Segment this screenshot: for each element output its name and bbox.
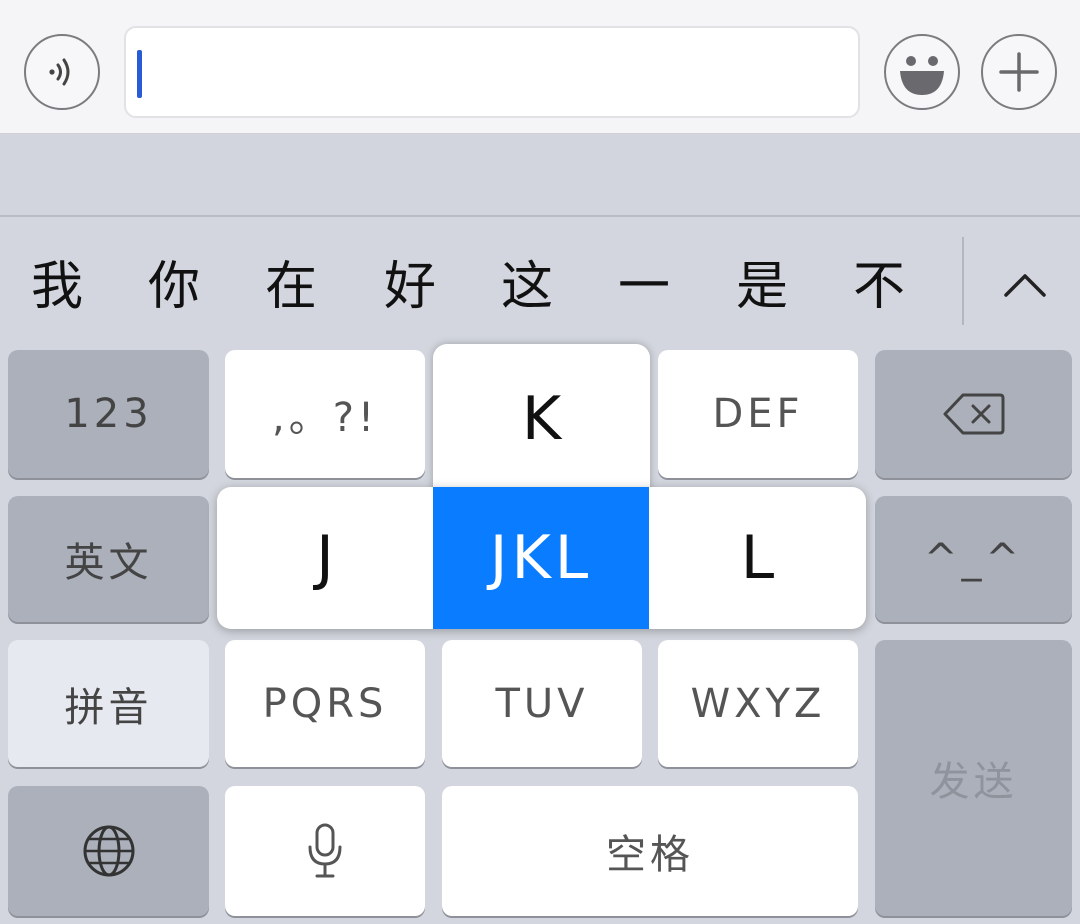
send-key[interactable]: 发送	[875, 640, 1072, 916]
popup-option-k-label: K	[521, 384, 562, 454]
candidate-divider	[962, 237, 964, 325]
send-key-label: 发送	[929, 759, 1018, 805]
wxyz-key-label: WXYZ	[690, 680, 826, 727]
candidate-item[interactable]: 是	[732, 257, 792, 317]
candidate-item[interactable]: 一	[614, 257, 674, 317]
def-key-label: DEF	[712, 391, 804, 437]
expand-candidates-button[interactable]	[990, 255, 1060, 315]
candidate-item[interactable]: 我	[27, 257, 87, 317]
pqrs-key[interactable]: PQRS	[225, 640, 425, 767]
popup-option-k[interactable]: K	[433, 344, 650, 494]
candidate-bar: 我 你 在 好 这 一 是 不	[0, 219, 1080, 343]
microphone-key[interactable]	[225, 786, 425, 916]
english-key[interactable]: 英文	[8, 496, 209, 622]
emoji-smile-icon	[900, 56, 944, 95]
plus-icon	[999, 52, 1039, 92]
candidate-item[interactable]: 在	[261, 257, 321, 317]
popup-option-l[interactable]: L	[649, 487, 866, 629]
emoticon-key[interactable]: ^_^	[875, 496, 1072, 622]
emoji-button[interactable]	[884, 34, 960, 110]
tuv-key[interactable]: TUV	[442, 640, 642, 767]
globe-icon	[83, 825, 134, 877]
globe-key[interactable]	[8, 786, 209, 916]
space-key[interactable]: 空格	[442, 786, 858, 916]
candidate-item[interactable]: 不	[849, 257, 909, 317]
keyboard-top-band	[0, 135, 1080, 217]
punctuation-key[interactable]: ,。?!	[225, 350, 425, 478]
microphone-icon	[308, 823, 342, 878]
wxyz-key[interactable]: WXYZ	[658, 640, 858, 767]
emoticon-key-label: ^_^	[923, 536, 1024, 582]
chevron-up-icon	[1004, 274, 1046, 297]
tuv-key-label: TUV	[495, 680, 589, 727]
voice-wave-icon	[49, 58, 70, 86]
popup-option-j[interactable]: J	[217, 487, 433, 629]
popup-option-jkl-label: JKL	[489, 523, 593, 593]
plus-button[interactable]	[981, 34, 1057, 110]
def-key[interactable]: DEF	[658, 350, 858, 478]
voice-input-button[interactable]	[24, 34, 100, 110]
numbers-key[interactable]: 123	[8, 350, 209, 478]
input-bar	[0, 0, 1080, 134]
popup-option-l-label: L	[740, 523, 775, 593]
message-input[interactable]	[124, 26, 860, 118]
key-popup: J JKL L	[217, 487, 866, 629]
pqrs-key-label: PQRS	[262, 680, 388, 727]
backspace-key[interactable]	[875, 350, 1072, 478]
punctuation-key-label: ,。?!	[272, 395, 378, 441]
candidate-item[interactable]: 你	[144, 257, 204, 317]
popup-option-jkl-selected[interactable]: JKL	[433, 487, 649, 629]
candidate-item[interactable]: 这	[497, 257, 557, 317]
candidate-item[interactable]: 好	[380, 257, 440, 317]
backspace-icon	[943, 393, 1004, 435]
popup-option-j-label: J	[316, 523, 334, 593]
text-caret	[137, 50, 142, 98]
pinyin-key[interactable]: 拼音	[8, 640, 209, 767]
english-key-label: 英文	[64, 540, 153, 586]
numbers-key-label: 123	[64, 391, 153, 437]
space-key-label: 空格	[606, 832, 694, 878]
pinyin-key-label: 拼音	[64, 684, 153, 731]
